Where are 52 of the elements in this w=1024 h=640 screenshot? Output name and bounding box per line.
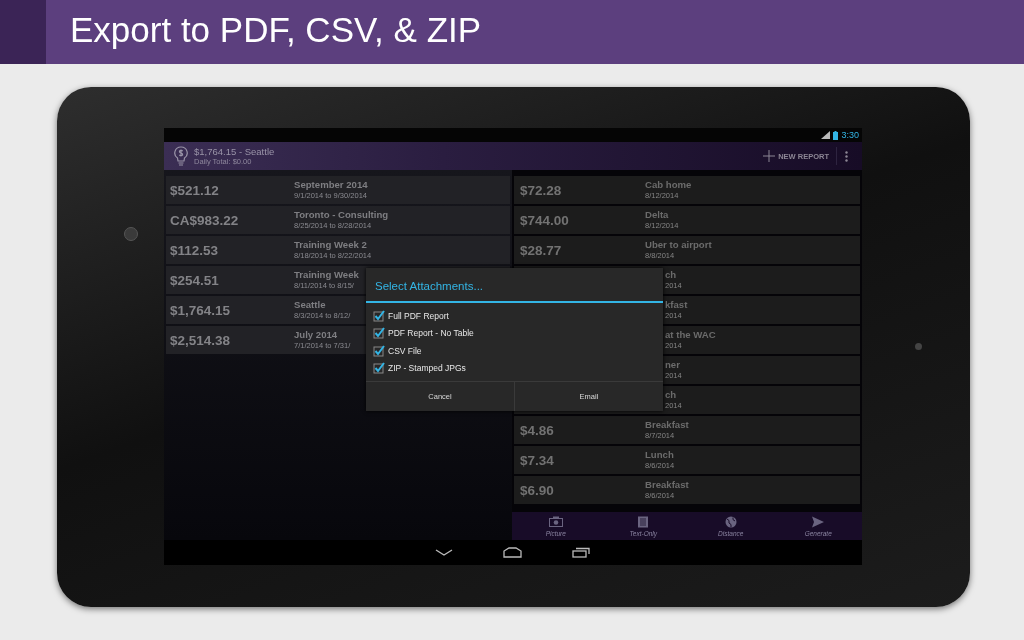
expense-amount: $72.28: [519, 182, 563, 198]
expense-name: Breakfast: [645, 479, 689, 491]
expense-name: Lunch: [645, 449, 675, 461]
expense-amount: $28.77: [519, 242, 563, 258]
expense-name: at the WAC: [665, 329, 716, 341]
signal-icon: [821, 131, 831, 139]
globe-icon: [723, 515, 738, 528]
expense-name: ner: [665, 359, 681, 371]
checkbox[interactable]: [373, 362, 385, 375]
expense-amount: $6.90: [519, 482, 555, 498]
banner-stripe: [0, 0, 46, 64]
expense-name: Breakfast: [645, 419, 689, 431]
report-name: July 2014: [294, 329, 339, 341]
report-name: Training Week 2: [294, 239, 368, 251]
checkbox[interactable]: [373, 344, 385, 357]
report-amount: $1,764.15: [169, 302, 232, 318]
expense-name: Cab home: [645, 179, 692, 191]
status-time: 3:30: [841, 130, 859, 140]
lightbulb-icon: [174, 146, 188, 166]
battery-icon: [833, 130, 839, 140]
camera-icon: [548, 515, 563, 528]
report-amount: $2,514.38: [169, 332, 232, 348]
checkbox[interactable]: [373, 327, 385, 340]
expense-name: Delta: [645, 209, 670, 221]
back-icon[interactable]: [434, 548, 453, 557]
report-amount: CA$983.22: [169, 212, 240, 228]
dialog-title: Select Attachments...: [374, 279, 485, 294]
report-amount: $254.51: [169, 272, 220, 288]
plus-icon: [763, 150, 776, 162]
report-amount: $521.12: [169, 182, 220, 198]
expense-amount: $744.00: [519, 212, 570, 228]
expense-amount: $7.34: [519, 452, 555, 468]
banner-title: Export to PDF, CSV, & ZIP: [70, 10, 482, 51]
send-icon: [811, 515, 826, 528]
overflow-menu-icon[interactable]: [845, 150, 848, 162]
report-name: Training Week: [294, 269, 359, 281]
report-name: Toronto - Consulting: [294, 209, 389, 221]
report-amount: $112.53: [169, 242, 220, 258]
expense-name: ch: [665, 269, 678, 281]
expense-name: Uber to airport: [645, 239, 712, 251]
checkbox[interactable]: [373, 309, 385, 322]
report-name: Seattle: [294, 299, 327, 311]
report-title: $1,764.15 - Seattle: [194, 146, 276, 157]
sensor-dot: [914, 343, 922, 350]
expense-name: ch: [665, 389, 678, 401]
expense-name: kfast: [665, 299, 688, 311]
home-icon[interactable]: [502, 547, 522, 558]
expense-amount: $4.86: [519, 422, 555, 438]
report-name: September 2014: [294, 179, 368, 191]
document-icon: [636, 515, 651, 528]
camera-lens: [123, 227, 138, 241]
recent-apps-icon[interactable]: [571, 547, 590, 558]
